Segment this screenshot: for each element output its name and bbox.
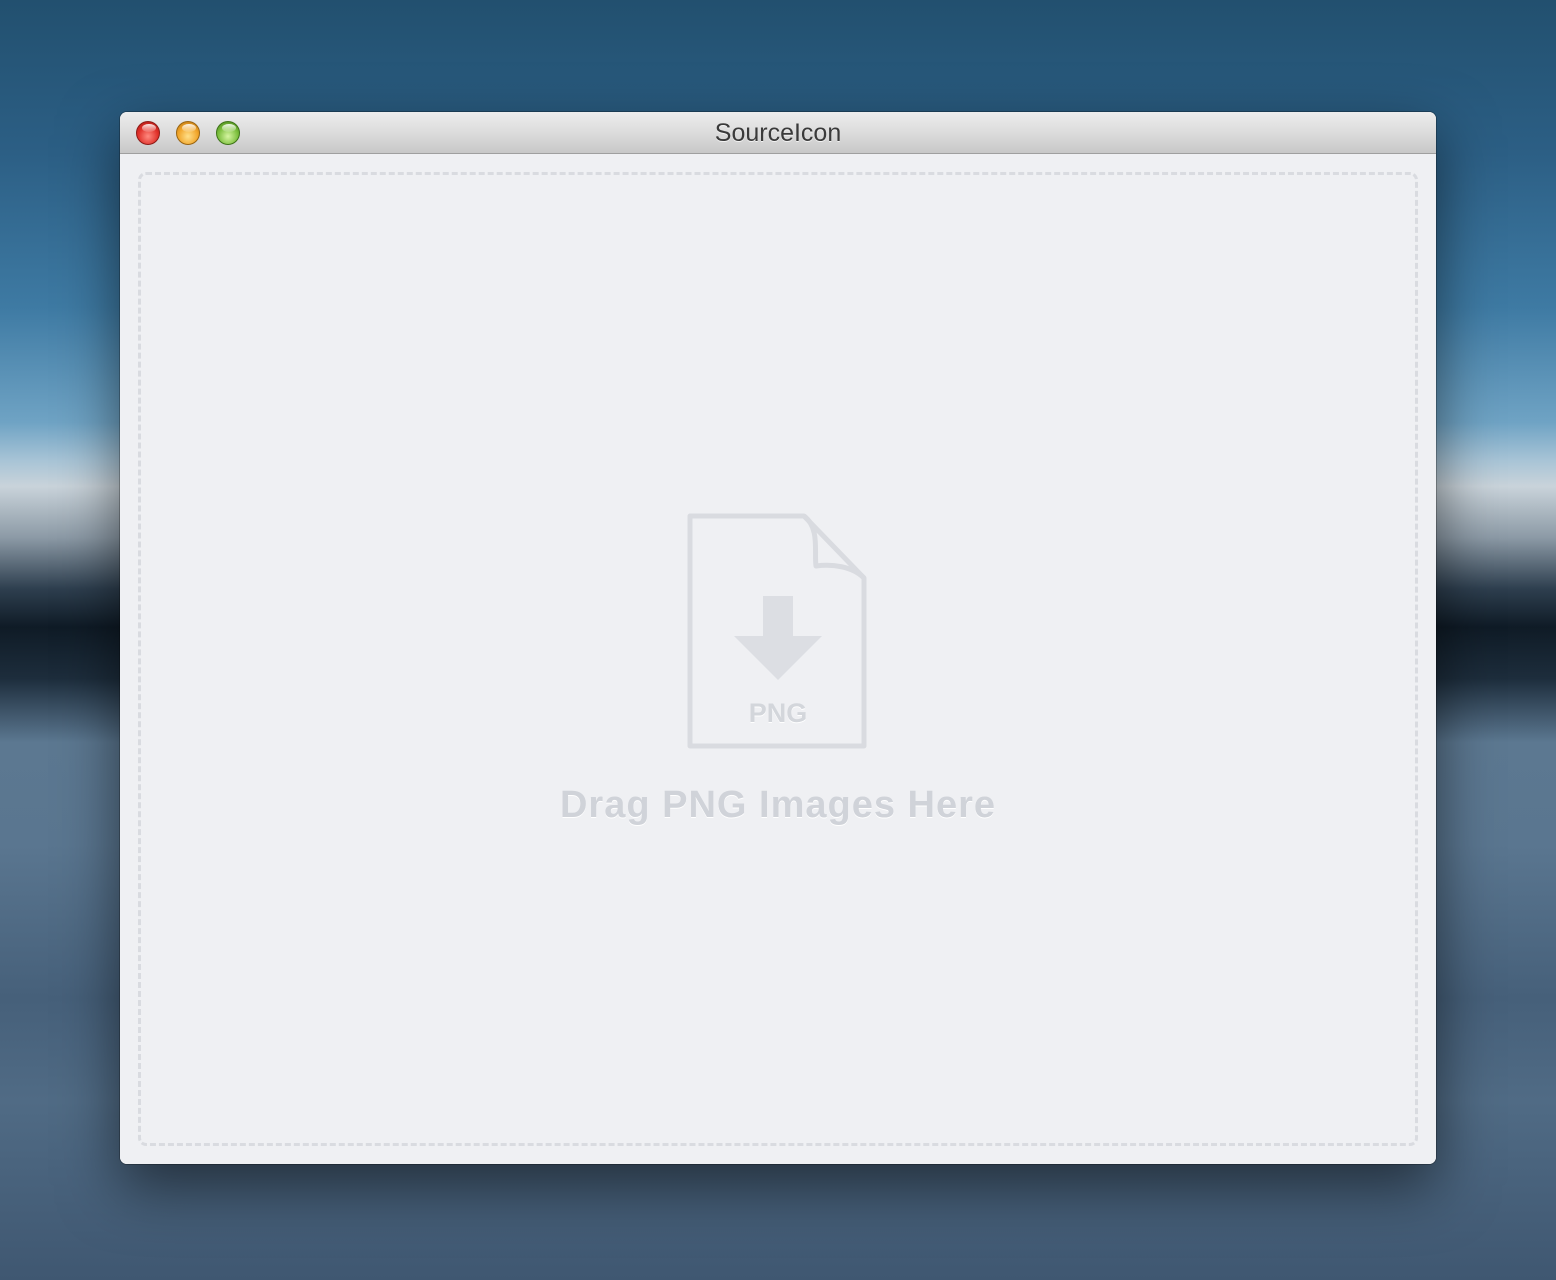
title-bar[interactable]: SourceIcon <box>120 112 1436 154</box>
desktop-background: SourceIcon PNG Drag PNG Images Here <box>0 0 1556 1280</box>
drop-instruction: Drag PNG Images Here <box>559 784 997 826</box>
window-title: SourceIcon <box>714 119 842 147</box>
arrow-shaft <box>763 596 793 638</box>
app-window: SourceIcon PNG Drag PNG Images Here <box>120 112 1436 1164</box>
png-label: PNG <box>748 698 808 728</box>
window-content: PNG Drag PNG Images Here <box>120 154 1436 1164</box>
